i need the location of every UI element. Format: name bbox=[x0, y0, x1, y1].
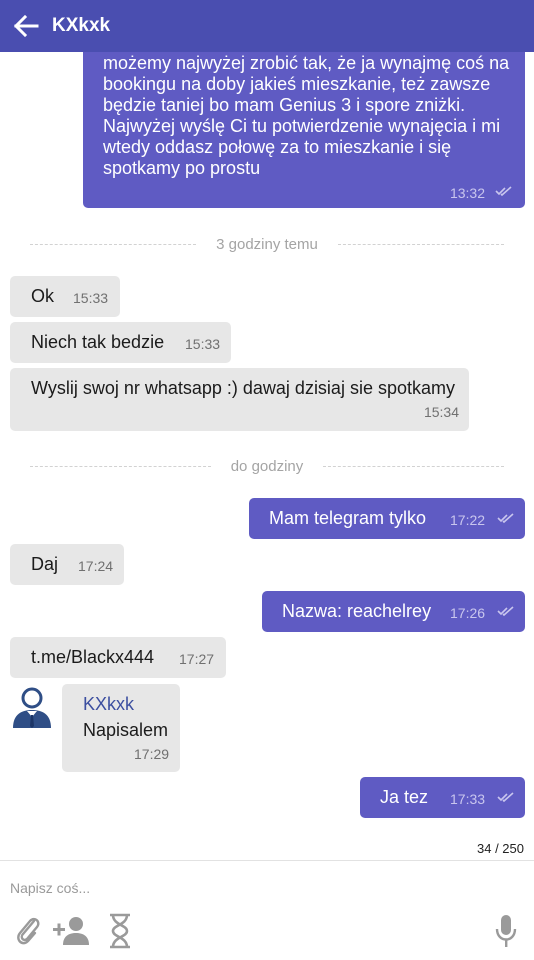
message-bubble-outgoing[interactable]: Mam telegram tylko 17:22 bbox=[249, 498, 525, 539]
app-header: KXkxk bbox=[0, 0, 534, 52]
back-button[interactable] bbox=[0, 6, 52, 46]
message-time: 17:33 bbox=[450, 791, 486, 807]
message-time: 13:32 bbox=[449, 185, 485, 201]
message-line: możemy najwyżej zrobić tak, że ja wynajm… bbox=[103, 53, 510, 73]
chat-screen: KXkxk możemy najwyżej zrobić tak, że ja … bbox=[0, 0, 534, 960]
message-time: 17:26 bbox=[450, 605, 486, 621]
message-text: Nazwa: reachelrey bbox=[282, 601, 432, 621]
divider-line bbox=[323, 465, 504, 467]
double-check-icon bbox=[495, 186, 512, 197]
message-bubble-incoming[interactable]: Niech tak bedzie 15:33 bbox=[10, 322, 231, 363]
double-check-icon bbox=[497, 513, 514, 524]
message-bubble-incoming[interactable]: Wyslij swoj nr whatsapp :) dawaj dzisiaj… bbox=[10, 368, 469, 431]
message-text: t.me/Blackx444 bbox=[31, 647, 155, 667]
sender-name[interactable]: KXkxk bbox=[83, 694, 134, 715]
message-bubble-outgoing[interactable]: Ja tez 17:33 bbox=[360, 777, 525, 818]
message-time: 15:33 bbox=[73, 290, 109, 306]
message-time: 15:33 bbox=[185, 336, 221, 352]
arrow-left-icon bbox=[13, 15, 39, 37]
message-text: Ok bbox=[31, 286, 55, 306]
message-text: Daj bbox=[31, 554, 59, 574]
chat-title[interactable]: KXkxk bbox=[52, 15, 110, 37]
message-line: wtedy oddasz połowę za to mieszkanie i s… bbox=[103, 137, 452, 157]
message-time: 15:34 bbox=[423, 404, 459, 420]
microphone-icon[interactable] bbox=[494, 913, 518, 949]
add-contact-icon[interactable] bbox=[52, 915, 92, 947]
message-bubble-outgoing[interactable]: możemy najwyżej zrobić tak, że ja wynajm… bbox=[83, 52, 525, 208]
message-bubble-outgoing[interactable]: Nazwa: reachelrey 17:26 bbox=[262, 591, 525, 632]
date-divider: do godziny bbox=[30, 456, 504, 476]
message-text: Mam telegram tylko bbox=[269, 508, 427, 528]
message-list[interactable]: możemy najwyżej zrobić tak, że ja wynajm… bbox=[0, 52, 534, 860]
message-line: bookingu na doby jakieś mieszkanie, też … bbox=[103, 74, 491, 94]
message-bubble-incoming[interactable]: Ok 15:33 bbox=[10, 276, 120, 317]
message-input[interactable] bbox=[10, 875, 510, 901]
divider-line bbox=[30, 465, 211, 467]
divider-text: do godziny bbox=[230, 457, 304, 475]
message-time: 17:24 bbox=[78, 558, 114, 574]
paperclip-icon[interactable] bbox=[14, 913, 42, 947]
message-time: 17:27 bbox=[179, 651, 215, 667]
message-composer bbox=[0, 860, 534, 960]
double-check-icon bbox=[497, 606, 514, 617]
message-line: spotkamy po prostu bbox=[103, 158, 261, 178]
message-line: Najwyżej wyślę Ci tu potwierdzenie wynaj… bbox=[103, 116, 501, 136]
message-line: będzie taniej bo mam Genius 3 i spore zn… bbox=[103, 95, 466, 115]
character-counter: 34 / 250 bbox=[477, 841, 524, 856]
message-text: Ja tez bbox=[380, 787, 429, 807]
message-text: Wyslij swoj nr whatsapp :) dawaj dzisiaj… bbox=[31, 378, 455, 398]
message-text: Niech tak bedzie bbox=[31, 332, 165, 352]
divider-line bbox=[337, 243, 505, 245]
avatar[interactable] bbox=[10, 684, 54, 728]
divider-line bbox=[30, 243, 197, 245]
message-bubble-incoming[interactable]: Daj 17:24 bbox=[10, 544, 124, 585]
message-time: 17:29 bbox=[134, 746, 170, 762]
message-bubble-incoming[interactable]: t.me/Blackx444 17:27 bbox=[10, 637, 226, 678]
message-text: możemy najwyżej zrobić tak, że ja wynajm… bbox=[103, 53, 518, 179]
double-check-icon bbox=[497, 792, 514, 803]
hourglass-icon[interactable] bbox=[108, 913, 132, 949]
divider-text: 3 godziny temu bbox=[216, 235, 318, 253]
message-bubble-incoming[interactable]: KXkxk Napisalem 17:29 bbox=[62, 684, 180, 772]
date-divider: 3 godziny temu bbox=[30, 234, 505, 254]
message-time: 17:22 bbox=[450, 512, 486, 528]
message-text: Napisalem bbox=[83, 720, 169, 740]
